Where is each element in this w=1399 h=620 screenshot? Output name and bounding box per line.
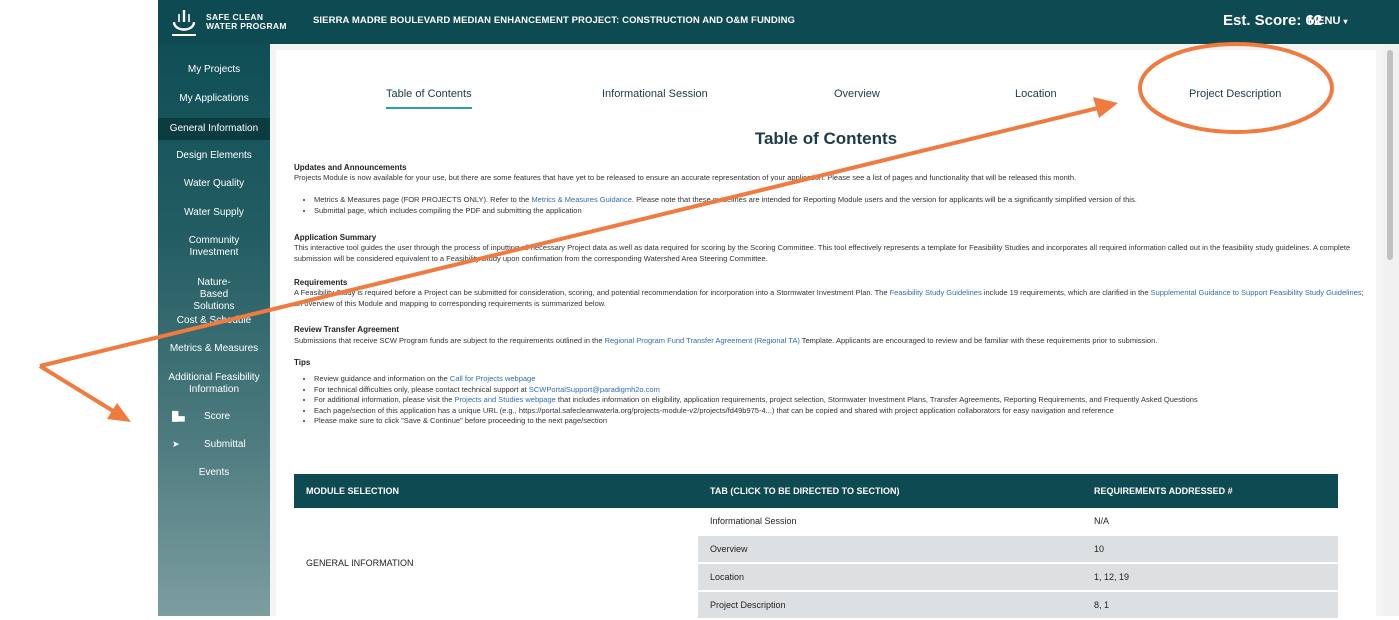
module-group-cell: GENERAL INFORMATION — [294, 508, 698, 620]
sidebar-item-water-quality[interactable]: Water Quality — [158, 178, 270, 190]
project-title: SIERRA MADRE BOULEVARD MEDIAN ENHANCEMEN… — [313, 15, 796, 26]
tip-item: For additional information, please visit… — [314, 395, 1384, 406]
req-mid: include 19 requirements, which are clari… — [981, 288, 1151, 297]
tip-item: Please make sure to click "Save & Contin… — [314, 416, 1384, 427]
updates-title: Updates and Announcements — [294, 163, 407, 172]
sidebar-item-water-supply[interactable]: Water Supply — [158, 207, 270, 219]
requirements-text: A Feasibility Study is required before a… — [294, 288, 1364, 309]
regional-ta-link[interactable]: Regional Program Fund Transfer Agreement… — [605, 336, 800, 345]
top-bar: SAFE CLEAN WATER PROGRAM SIERRA MADRE BO… — [158, 0, 1399, 44]
tip3-post: that includes information on eligibility… — [555, 395, 1198, 404]
transfer-post: Template. Applicants are encouraged to r… — [799, 336, 1158, 345]
requirements-title: Requirements — [294, 278, 348, 287]
tab-link-cell[interactable]: Project Description — [698, 591, 1082, 620]
menu-button[interactable]: MENU ▾ — [1308, 15, 1347, 27]
requirements-cell: 8, 1 — [1082, 591, 1338, 620]
logo-line-2: WATER PROGRAM — [206, 21, 287, 31]
sidebar-item-events[interactable]: Events — [158, 467, 270, 479]
table-row: GENERAL INFORMATION Informational Sessio… — [294, 508, 1338, 620]
projects-studies-link[interactable]: Projects and Studies webpage — [455, 395, 556, 404]
transfer-title: Review Transfer Agreement — [294, 325, 400, 334]
column-header: REQUIREMENTS ADDRESSED # — [1082, 474, 1338, 508]
water-drop-logo-icon — [172, 10, 196, 36]
tip3-pre: For additional information, please visit… — [314, 395, 455, 404]
sidebar-item-metrics-measures[interactable]: Metrics & Measures — [158, 343, 270, 355]
feasibility-guidelines-link[interactable]: Feasibility Study Guidelines — [890, 288, 982, 297]
table-header-row: MODULE SELECTION TAB (CLICK TO BE DIRECT… — [294, 474, 1338, 508]
tab-link-cell[interactable]: Informational Session — [698, 508, 1082, 536]
content-panel: Table of Contents Informational Session … — [276, 50, 1376, 620]
transfer-text: Submissions that receive SCW Program fun… — [294, 336, 1364, 347]
bar-chart-icon: █▄ — [172, 411, 185, 421]
logo-text: SAFE CLEAN WATER PROGRAM — [206, 13, 287, 31]
updates-b1-pre: Metrics & Measures page (FOR PROJECTS ON… — [314, 195, 532, 204]
caret-down-icon: ▾ — [1343, 17, 1348, 26]
support-email-link[interactable]: SCWPortalSupport@paradigmh2o.com — [529, 385, 660, 394]
requirements-cell: 10 — [1082, 535, 1338, 564]
send-icon: ➤ — [172, 439, 180, 449]
tip1-pre: Review guidance and information on the — [314, 374, 450, 383]
sidebar-item-submittal-label: Submittal — [204, 439, 246, 450]
updates-list: Metrics & Measures page (FOR PROJECTS ON… — [294, 195, 1384, 216]
sidebar-nav: My Projects My Applications General Info… — [158, 44, 270, 616]
app-window: SAFE CLEAN WATER PROGRAM SIERRA MADRE BO… — [158, 0, 1399, 620]
tab-link-cell[interactable]: Overview — [698, 535, 1082, 564]
tab-overview[interactable]: Overview — [834, 88, 880, 100]
page-heading: Table of Contents — [754, 129, 898, 148]
sidebar-item-additional-feasibility[interactable]: Additional Feasibility Information — [158, 372, 270, 396]
tips-title: Tips — [294, 358, 311, 367]
sidebar-item-score[interactable]: █▄ Score — [158, 410, 270, 423]
sidebar-item-cost-schedule[interactable]: Cost & Schedule — [158, 315, 270, 327]
scrollbar-thumb[interactable] — [1387, 50, 1393, 260]
sidebar-item-score-label: Score — [204, 411, 231, 422]
call-for-projects-link[interactable]: Call for Projects webpage — [450, 374, 535, 383]
tip-item: Each page/section of this application ha… — [314, 406, 1384, 417]
sidebar-item-submittal[interactable]: ➤ Submittal — [158, 438, 270, 451]
annotation-arrowhead — [107, 403, 131, 422]
summary-title: Application Summary — [294, 233, 377, 242]
menu-label: MENU — [1308, 15, 1341, 27]
tip-item: For technical difficulties only, please … — [314, 385, 1384, 396]
tab-table-of-contents[interactable]: Table of Contents — [386, 88, 472, 109]
tab-informational-session[interactable]: Informational Session — [602, 88, 708, 100]
sidebar-item-nature-based-solutions[interactable]: Nature-Based Solutions — [158, 277, 270, 313]
module-table: MODULE SELECTION TAB (CLICK TO BE DIRECT… — [294, 474, 1338, 620]
column-header: TAB (CLICK TO BE DIRECTED TO SECTION) — [698, 474, 1082, 508]
summary-text: This interactive tool guides the user th… — [294, 243, 1351, 263]
tip2-pre: For technical difficulties only, please … — [314, 384, 529, 394]
supplemental-guidance-link[interactable]: Supplemental Guidance to Support Feasibi… — [1151, 288, 1362, 297]
sidebar-item-my-projects[interactable]: My Projects — [158, 64, 270, 76]
transfer-pre: Submissions that receive SCW Program fun… — [294, 336, 605, 345]
column-header: MODULE SELECTION — [294, 474, 698, 508]
scrollbar[interactable] — [1383, 44, 1399, 616]
requirements-cell: N/A — [1082, 508, 1338, 536]
updates-b1-post: . Please note that these guidelines are … — [631, 195, 1137, 204]
annotation-arrow-line — [38, 364, 120, 416]
sidebar-item-community-investment[interactable]: Community Investment — [158, 235, 270, 259]
tip-item: Review guidance and information on the C… — [314, 374, 1384, 385]
sidebar-item-my-applications[interactable]: My Applications — [158, 93, 270, 105]
tab-link-cell[interactable]: Location — [698, 563, 1082, 592]
sidebar-item-design-elements[interactable]: Design Elements — [158, 150, 270, 162]
main-content: Table of Contents Informational Session … — [270, 44, 1399, 620]
metrics-guidance-link[interactable]: Metrics & Measures Guidance — [531, 195, 631, 204]
updates-bullet: Submittal page, which includes compiling… — [314, 206, 1384, 217]
sidebar-item-general-information[interactable]: General Information — [158, 118, 270, 140]
req-pre: A Feasibility Study is required before a… — [294, 288, 890, 297]
updates-bullet: Metrics & Measures page (FOR PROJECTS ON… — [314, 195, 1384, 206]
program-logo[interactable]: SAFE CLEAN WATER PROGRAM — [170, 8, 310, 38]
requirements-cell: 1, 12, 19 — [1082, 563, 1338, 592]
updates-text: Projects Module is now available for you… — [294, 173, 1077, 182]
tab-project-description[interactable]: Project Description — [1189, 88, 1281, 100]
tips-list: Review guidance and information on the C… — [294, 374, 1384, 427]
tab-location[interactable]: Location — [1015, 88, 1057, 100]
